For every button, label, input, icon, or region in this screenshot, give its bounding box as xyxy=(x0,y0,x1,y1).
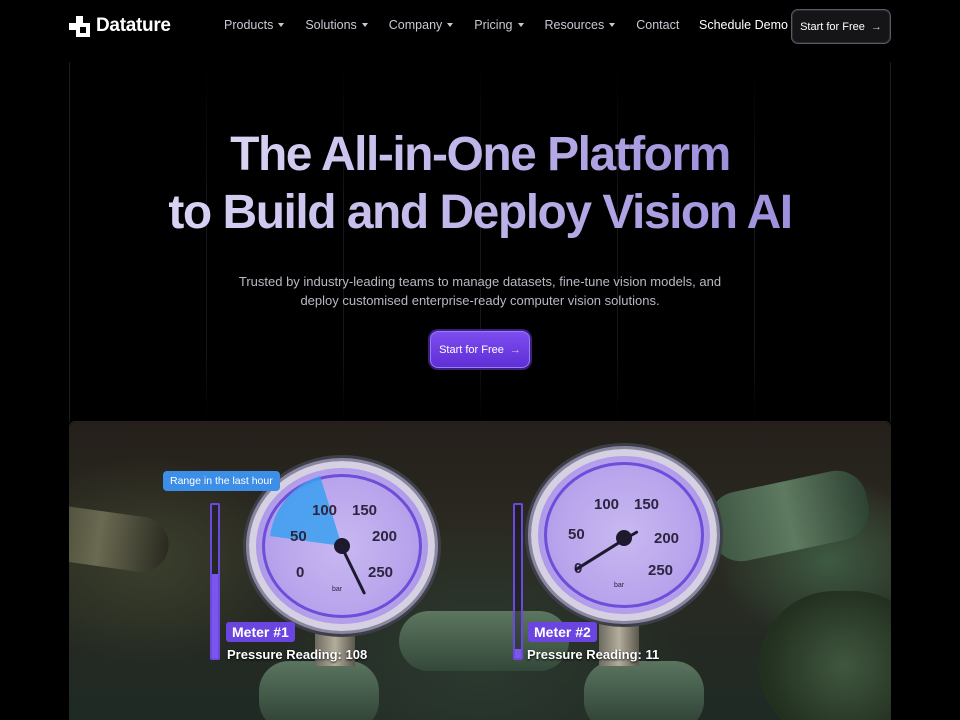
meter-2-reading: Pressure Reading: 11 xyxy=(527,647,659,662)
gauge-hub xyxy=(616,530,632,546)
chevron-down-icon xyxy=(447,23,454,27)
start-for-free-button[interactable]: Start for Free → xyxy=(791,9,891,44)
chevron-down-icon xyxy=(361,23,368,27)
top-navigation: Datature Products Solutions Company Pric… xyxy=(0,0,960,52)
range-label: Range in the last hour xyxy=(163,471,280,491)
pipe-shape xyxy=(584,661,704,720)
hero-headline-line1: The All-in-One Platform xyxy=(0,126,960,184)
hero-cta-label: Start for Free xyxy=(439,343,504,356)
nav-products[interactable]: Products xyxy=(224,18,285,32)
hero-subtitle-line2: deploy customised enterprise-ready compu… xyxy=(300,293,660,308)
grid-line xyxy=(480,62,481,422)
demo-image: 50 100 150 200 0 250 bar 50 100 150 200 … xyxy=(69,421,891,720)
gauge-tick-label: 250 xyxy=(648,562,674,579)
nav-contact[interactable]: Contact xyxy=(636,18,679,32)
gauge-unit: bar xyxy=(614,582,625,589)
meter-1-level-fill xyxy=(212,573,218,658)
gauge-tick-label: 150 xyxy=(634,496,660,513)
nav-company[interactable]: Company xyxy=(389,18,454,32)
hero-start-for-free-button[interactable]: Start for Free → xyxy=(430,331,530,368)
nav-products-label: Products xyxy=(224,18,274,32)
grid-line xyxy=(343,62,344,422)
nav-resources[interactable]: Resources xyxy=(545,18,616,32)
pipe-shape xyxy=(703,465,875,567)
grid-line xyxy=(754,62,755,422)
pipe-shape xyxy=(759,591,891,720)
meter-2-level-bar xyxy=(513,503,523,660)
brand-name: Datature xyxy=(96,15,171,36)
nav-company-label: Company xyxy=(388,18,443,32)
nav-solutions[interactable]: Solutions xyxy=(305,18,368,32)
gauge-tick-label: 200 xyxy=(372,528,398,545)
chevron-down-icon xyxy=(278,23,285,27)
start-for-free-label: Start for Free xyxy=(800,20,865,33)
gauge-tick-label: 50 xyxy=(568,526,585,543)
gauge-unit: bar xyxy=(332,586,343,593)
pipe-shape xyxy=(259,661,379,720)
gauge-meter-2: 50 100 150 200 0 250 bar xyxy=(531,449,717,621)
meter-1-tag: Meter #1 xyxy=(226,622,295,642)
nav-links: Products Solutions Company Pricing Resou… xyxy=(224,18,679,32)
nav-solutions-label: Solutions xyxy=(305,18,357,32)
meter-1-reading: Pressure Reading: 108 xyxy=(227,647,367,662)
nav-contact-label: Contact xyxy=(636,18,680,32)
pipe-shape xyxy=(69,501,173,576)
gauge-tick-label: 0 xyxy=(296,564,305,581)
meter-2-level-fill xyxy=(515,648,521,658)
gauge-tick-label: 100 xyxy=(594,496,620,513)
gauge-tick-label: 150 xyxy=(352,502,378,519)
reading-value: 11 xyxy=(645,647,660,662)
gauge-hub xyxy=(334,538,350,554)
gauge-tick-label: 100 xyxy=(312,502,338,519)
brand-logo[interactable]: Datature xyxy=(69,15,171,37)
gauge-tick-label: 250 xyxy=(368,564,394,581)
chevron-down-icon xyxy=(517,23,524,27)
meter-1-level-bar xyxy=(210,503,220,660)
nav-resources-label: Resources xyxy=(544,18,605,32)
reading-label: Pressure Reading: xyxy=(527,647,642,662)
reading-value: 108 xyxy=(345,647,368,662)
arrow-right-icon: → xyxy=(509,343,521,356)
meter-2-tag: Meter #2 xyxy=(528,622,597,642)
gauge-tick-label: 200 xyxy=(654,530,680,547)
headline-text: to Build and Deploy Vision AI xyxy=(168,186,793,239)
grid-line xyxy=(206,62,207,422)
grid-line xyxy=(617,62,618,422)
nav-pricing[interactable]: Pricing xyxy=(474,18,524,32)
chevron-down-icon xyxy=(609,23,616,27)
arrow-right-icon: → xyxy=(870,20,882,33)
reading-label: Pressure Reading: xyxy=(227,647,342,662)
hero-subtitle-line1: Trusted by industry-leading teams to man… xyxy=(238,274,722,289)
hero-headline-line2: to Build and Deploy Vision AI xyxy=(0,184,960,242)
schedule-demo-link[interactable]: Schedule Demo xyxy=(699,18,788,32)
nav-pricing-label: Pricing xyxy=(474,18,513,32)
headline-text: The All-in-One Platform xyxy=(230,128,731,181)
gauge-tick-label: 50 xyxy=(290,528,307,545)
datature-logo-icon xyxy=(69,15,90,37)
